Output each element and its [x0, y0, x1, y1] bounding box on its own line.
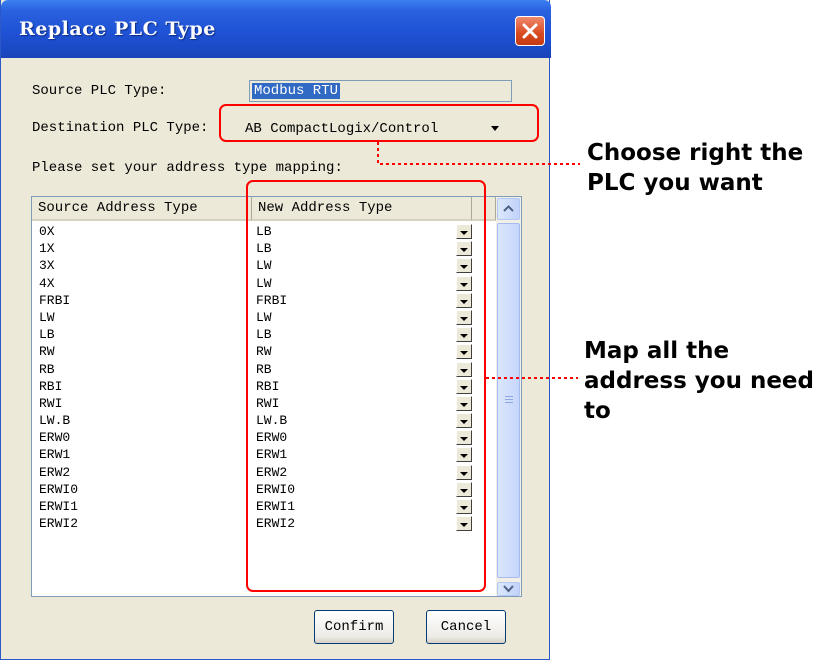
plc-connector-line — [377, 142, 580, 165]
map-note-line: Map all the — [584, 338, 730, 364]
plc-note-line: PLC you want — [587, 170, 763, 196]
plc-note-line: Choose right the — [587, 140, 804, 166]
map-note-line: to — [584, 398, 611, 424]
plc-annotation-text: Choose right the PLC you want — [587, 138, 803, 198]
map-note-line: address you need — [584, 368, 814, 394]
annotation-connectors — [377, 142, 580, 379]
map-annotation-text: Map all the address you need to — [584, 336, 814, 426]
